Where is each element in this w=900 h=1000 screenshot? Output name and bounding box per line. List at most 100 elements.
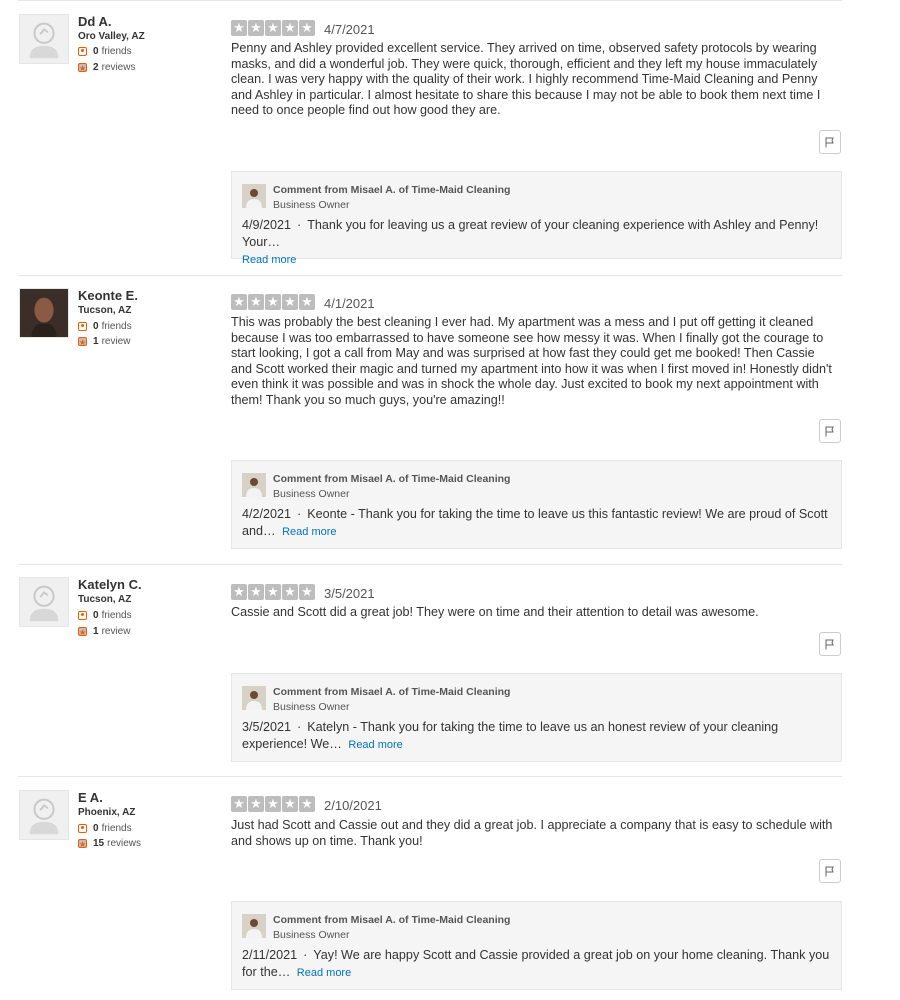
reviews-count: 2reviews [78, 61, 136, 77]
friends-icon [78, 824, 87, 833]
user-name[interactable]: Keonte E. [78, 288, 138, 303]
review-star-icon [78, 837, 87, 853]
star-icon: ★ [231, 584, 247, 600]
user-name[interactable]: Katelyn C. [78, 577, 142, 592]
comment-date: 4/2/2021 [242, 507, 292, 521]
friends-label: friends [101, 610, 132, 621]
reviews-label: reviews [107, 838, 142, 849]
comment-date: 2/11/2021 [242, 948, 298, 962]
star-icon: ★ [265, 20, 281, 36]
comment-from: Comment from Misael A. of Time-Maid Clea… [273, 914, 511, 926]
star-icon: ★ [265, 294, 281, 310]
star-icon: ★ [248, 294, 264, 310]
read-more-link[interactable]: Read more [348, 739, 402, 751]
business-owner-avatar[interactable] [242, 914, 266, 938]
flag-button[interactable] [819, 130, 841, 154]
friends-icon [78, 611, 87, 620]
review-text: This was probably the best cleaning I ev… [231, 315, 832, 407]
star-icon: ★ [299, 294, 315, 310]
review-date: 3/5/2021 [324, 586, 375, 601]
friends-count: 0 friends [78, 610, 132, 621]
star-rating: ★ ★ ★ ★ ★ [231, 584, 315, 600]
review-star-icon [78, 335, 87, 351]
business-owner-avatar[interactable] [242, 184, 266, 208]
star-icon: ★ [282, 796, 298, 812]
friends-number: 0 [93, 46, 99, 57]
read-more-link[interactable]: Read more [297, 967, 351, 979]
friends-icon [78, 322, 87, 331]
flag-button[interactable] [819, 859, 841, 883]
review-item: Dd A. Oro Valley, AZ 0friends 2reviews ★… [0, 0, 900, 275]
star-icon: ★ [231, 20, 247, 36]
flag-button[interactable] [819, 419, 841, 443]
comment-date: 3/5/2021 [242, 720, 292, 734]
user-photo [20, 289, 68, 337]
review-text: Just had Scott and Cassie out and they d… [231, 818, 833, 848]
review-text: Cassie and Scott did a great job! They w… [231, 605, 759, 619]
user-location: Oro Valley, AZ [78, 31, 145, 42]
star-rating: ★ ★ ★ ★ ★ [231, 294, 315, 310]
review-item: E A. Phoenix, AZ 0friends 15reviews ★★★★… [0, 776, 900, 1000]
comment-role: Business Owner [273, 701, 350, 713]
review-star-icon [78, 61, 87, 77]
friends-number: 0 [93, 321, 99, 332]
friends-count: 0 friends [78, 46, 132, 57]
reviews-label: reviews [101, 62, 136, 73]
star-icon: ★ [265, 796, 281, 812]
business-owner-avatar[interactable] [242, 473, 266, 497]
star-icon: ★ [248, 796, 264, 812]
reviews-count: 15reviews [78, 837, 142, 853]
review-text: Penny and Ashley provided excellent serv… [231, 41, 821, 117]
star-icon: ★ [231, 294, 247, 310]
friends-icon [78, 47, 87, 56]
business-owner-avatar[interactable] [242, 686, 266, 710]
read-more-link[interactable]: Read more [282, 526, 336, 538]
review-item: Katelyn C. Tucson, AZ 0friends 1review ★… [0, 564, 900, 776]
flag-icon [825, 426, 834, 436]
user-location: Tucson, AZ [78, 594, 132, 605]
separator-dot: · [297, 720, 302, 734]
comment-body: Thank you for leaving us a great review … [242, 218, 819, 249]
flag-icon [825, 639, 834, 649]
avatar[interactable] [19, 790, 69, 840]
read-more-link[interactable]: Read more [242, 254, 296, 266]
comment-date: 4/9/2021 [242, 218, 292, 232]
review-date: 4/7/2021 [324, 22, 375, 37]
avatar[interactable] [19, 14, 69, 64]
user-location: Tucson, AZ [78, 305, 132, 316]
star-icon: ★ [299, 796, 315, 812]
comment-role: Business Owner [273, 929, 350, 941]
comment-text: 4/2/2021 · Keonte - Thank you for taking t… [242, 506, 832, 541]
star-icon: ★ [282, 20, 298, 36]
avatar[interactable] [19, 577, 69, 627]
star-icon: ★ [248, 20, 264, 36]
star-icon: ★ [299, 20, 315, 36]
reviews-count: 1review [78, 335, 130, 351]
user-name[interactable]: E A. [78, 790, 103, 805]
reviews-count: 1review [78, 625, 130, 641]
reviews-number: 1 [93, 626, 99, 637]
flag-button[interactable] [819, 632, 841, 656]
default-avatar-icon [29, 798, 59, 835]
friends-label: friends [101, 321, 132, 332]
friends-number: 0 [93, 823, 99, 834]
star-icon: ★ [231, 796, 247, 812]
friends-count: 0 friends [78, 823, 132, 834]
friends-label: friends [101, 46, 132, 57]
comment-text: 4/9/2021 · Thank you for leaving us a grea… [242, 217, 832, 269]
flag-icon [825, 866, 834, 876]
comment-from: Comment from Misael A. of Time-Maid Clea… [273, 184, 511, 196]
separator-dot: · [297, 218, 302, 232]
star-icon: ★ [299, 584, 315, 600]
business-comment: Comment from Misael A. of Time-Maid Clea… [231, 673, 842, 762]
star-icon: ★ [248, 584, 264, 600]
review-date: 2/10/2021 [324, 798, 382, 813]
user-name[interactable]: Dd A. [78, 14, 111, 29]
comment-text: 3/5/2021 · Katelyn - Thank you for taking … [242, 719, 832, 754]
user-location: Phoenix, AZ [78, 807, 136, 818]
comment-role: Business Owner [273, 199, 350, 211]
avatar[interactable] [19, 288, 69, 338]
comment-from: Comment from Misael A. of Time-Maid Clea… [273, 686, 511, 698]
business-comment: Comment from Misael A. of Time-Maid Clea… [231, 460, 842, 549]
reviews-number: 2 [93, 62, 99, 73]
